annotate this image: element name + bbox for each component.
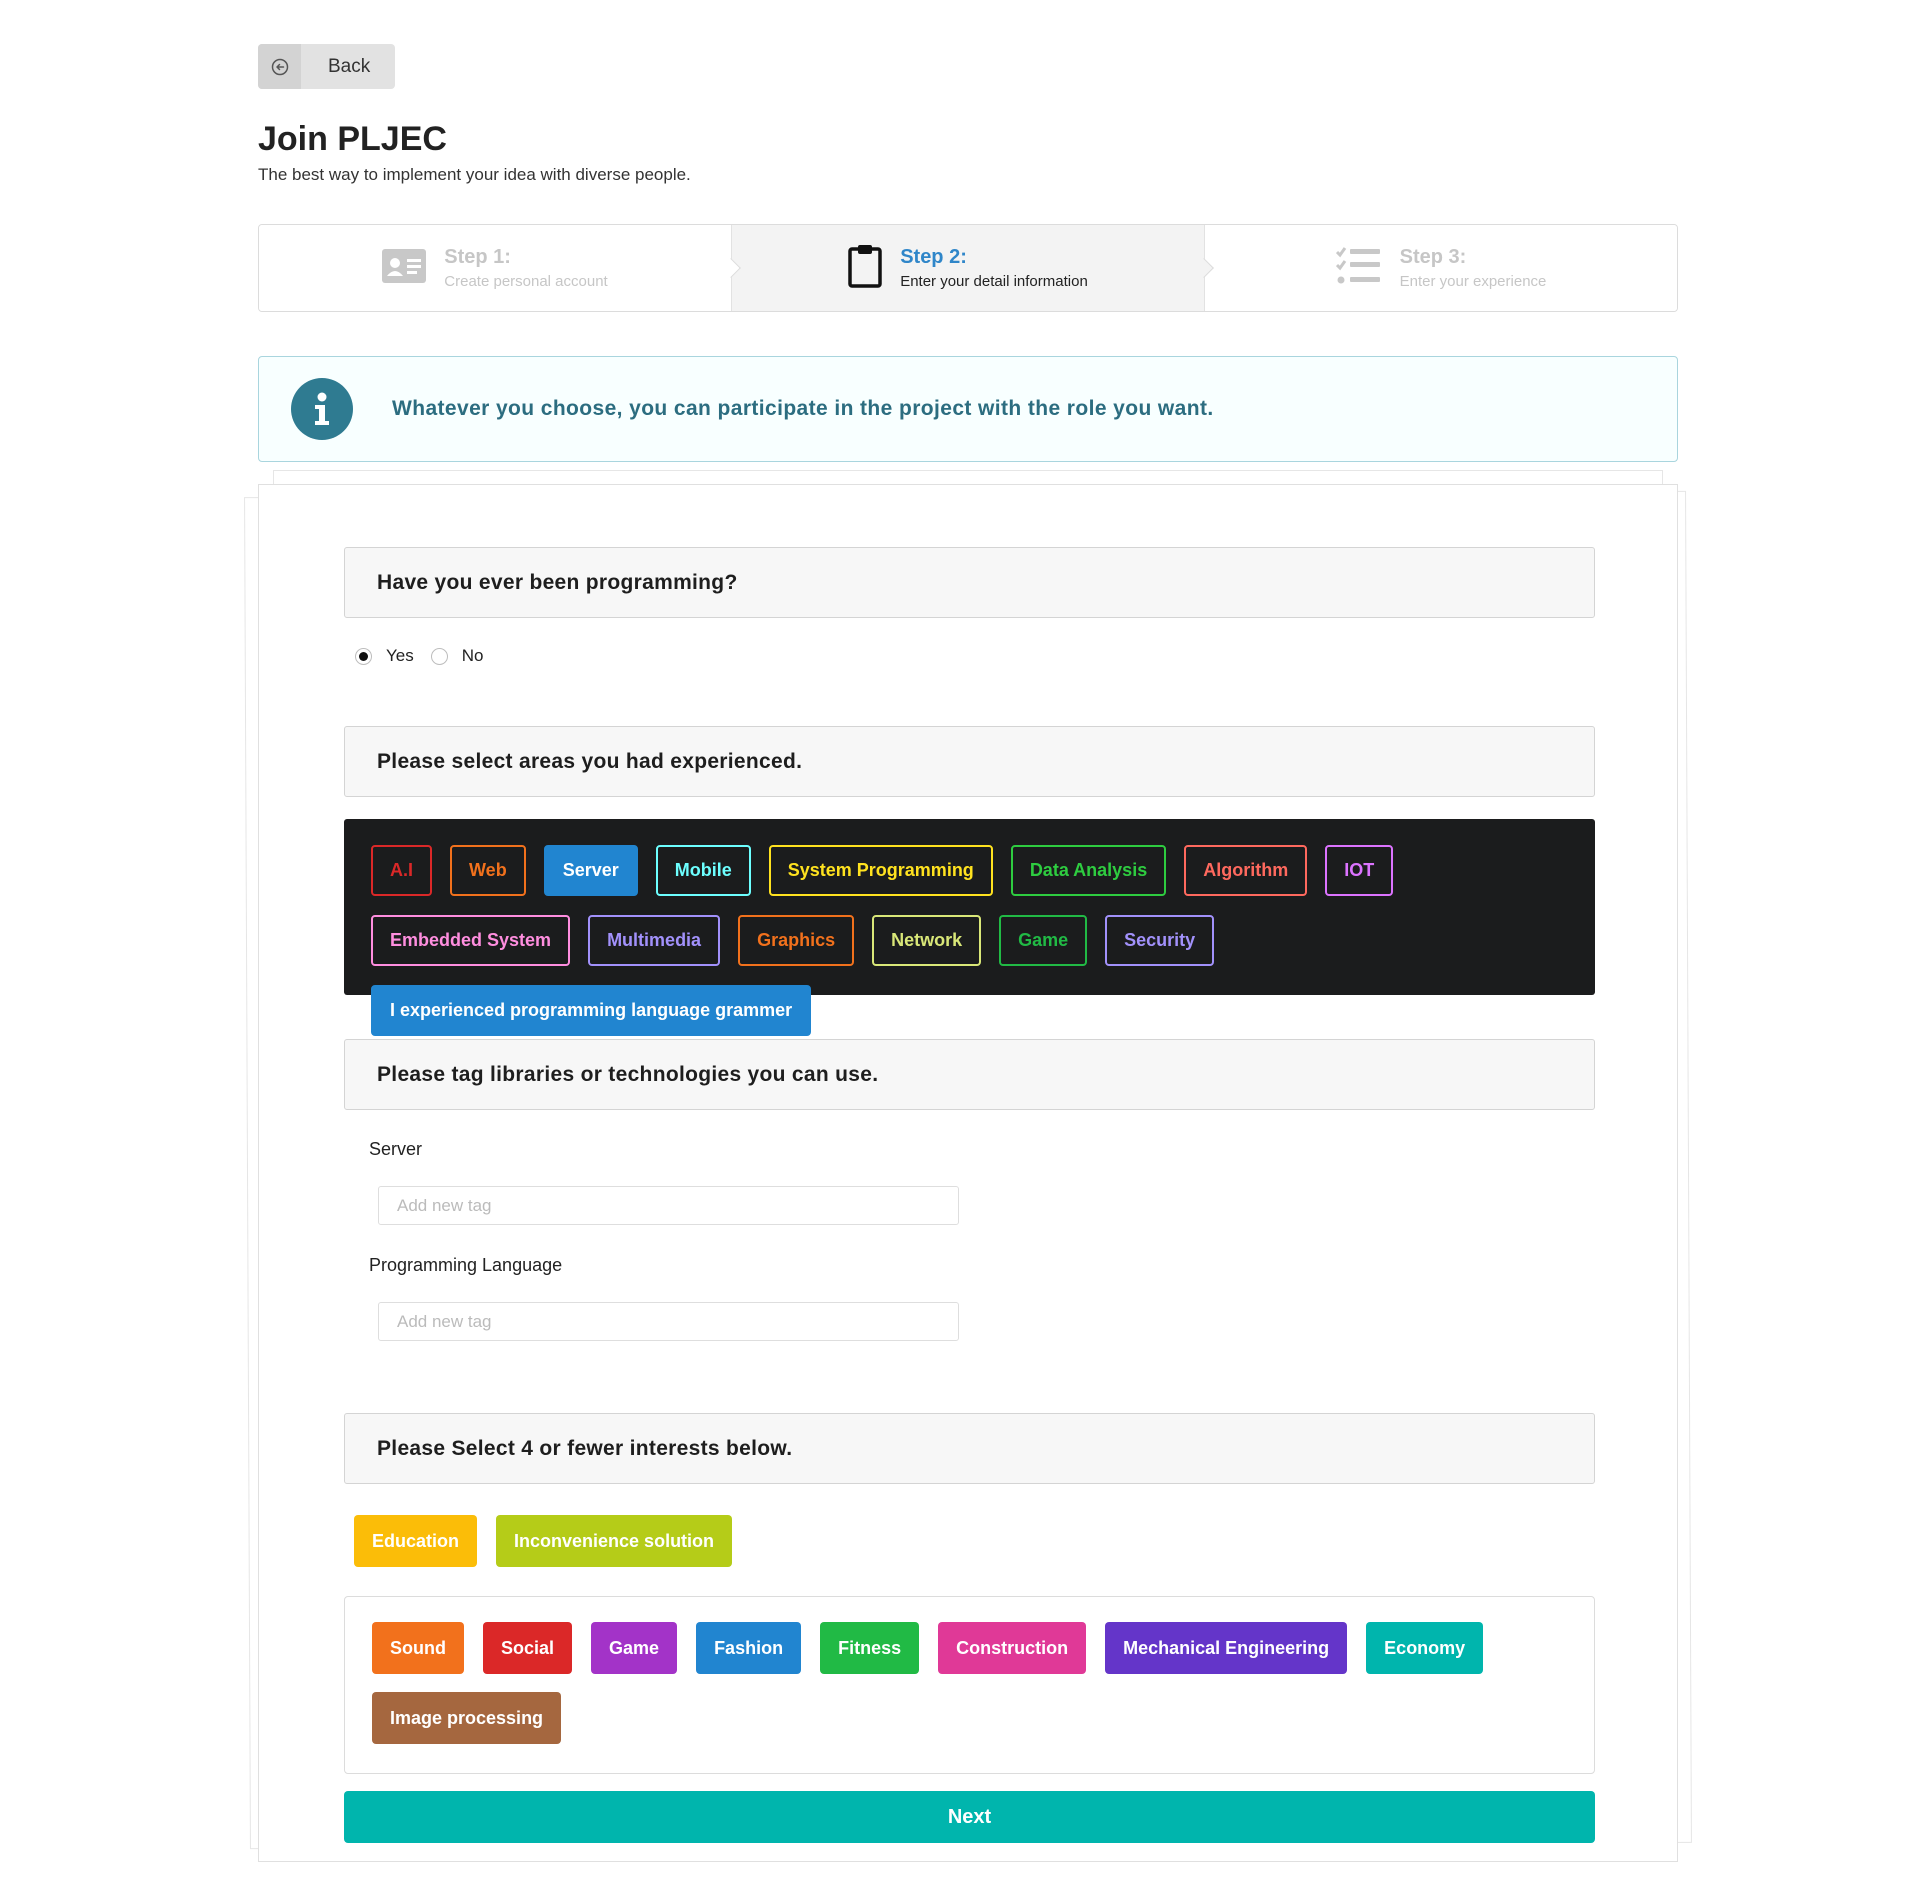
id-card-icon <box>382 248 427 288</box>
step-1[interactable]: Step 1: Create personal account <box>259 225 731 311</box>
libraries-question: Please tag libraries or technologies you… <box>344 1039 1595 1110</box>
step-3[interactable]: Step 3: Enter your experience <box>1194 225 1677 311</box>
area-tag-graphics[interactable]: Graphics <box>738 915 855 966</box>
radio-yes[interactable] <box>355 647 372 665</box>
interest-tag-game[interactable]: Game <box>591 1622 678 1674</box>
step-3-desc: Enter your experience <box>1399 273 1547 290</box>
area-tag-multimedia[interactable]: Multimedia <box>588 915 721 966</box>
programming-radio-group: Yes No <box>355 646 500 666</box>
language-tag-input[interactable]: Add new tag <box>378 1302 959 1341</box>
tasks-icon <box>1335 246 1382 291</box>
form-card: Have you ever been programming? Yes No P… <box>258 484 1678 1862</box>
step-2-desc: Enter your detail information <box>900 273 1088 290</box>
area-tag-web[interactable]: Web <box>450 845 526 896</box>
interest-tag-education[interactable]: Education <box>354 1515 478 1567</box>
page-title: Join PLJEC <box>258 120 447 158</box>
interest-tag-fashion[interactable]: Fashion <box>696 1622 802 1674</box>
info-text: Whatever you choose, you can participate… <box>392 397 1214 420</box>
area-tag-security[interactable]: Security <box>1105 915 1215 966</box>
step-indicator: Step 1: Create personal account Step 2: … <box>258 224 1678 312</box>
interest-tag-economy[interactable]: Economy <box>1366 1622 1484 1674</box>
selected-interests: Education Inconvenience solution <box>354 1515 733 1567</box>
areas-tag-panel: A.I Web Server Mobile System Programming Data… <box>344 819 1595 1036</box>
info-message: Whatever you choose, you can participate… <box>258 356 1678 462</box>
clipboard-icon <box>848 244 882 293</box>
area-tag-i-experienced-programming-language-grammer[interactable]: I experienced programming language gramm… <box>371 985 812 1036</box>
area-tag-algorithm[interactable]: Algorithm <box>1184 845 1308 896</box>
areas-question: Please select areas you had experienced. <box>344 726 1595 797</box>
interest-tag-mechanical-engineering[interactable]: Mechanical Engineering <box>1105 1622 1348 1674</box>
interest-tag-inconvenience-solution[interactable]: Inconvenience solution <box>496 1515 733 1567</box>
language-field-label: Programming Language <box>369 1255 563 1275</box>
interest-tag-social[interactable]: Social <box>483 1622 573 1674</box>
available-interests: Sound Social Game Fashion Fitness Constructio… <box>344 1596 1595 1774</box>
programming-question: Have you ever been programming? <box>344 547 1595 618</box>
area-tag-embedded-system[interactable]: Embedded System <box>371 915 571 966</box>
area-tag-mobile[interactable]: Mobile <box>655 845 751 896</box>
radio-no-label[interactable]: No <box>462 646 484 666</box>
step-2-title: Step 2: <box>900 246 967 268</box>
area-tag-data-analysis[interactable]: Data Analysis <box>1010 845 1167 896</box>
interest-tag-construction[interactable]: Construction <box>938 1622 1087 1674</box>
step-2[interactable]: Step 2: Enter your detail information <box>721 225 1204 311</box>
area-tag-iot[interactable]: IOT <box>1325 845 1394 896</box>
interest-tag-fitness[interactable]: Fitness <box>820 1622 920 1674</box>
step-1-desc: Create personal account <box>444 273 608 290</box>
interest-tag-sound[interactable]: Sound <box>372 1622 464 1674</box>
area-tag-network[interactable]: Network <box>872 915 982 966</box>
radio-no[interactable] <box>430 647 448 665</box>
back-label: Back <box>328 55 371 77</box>
next-button[interactable]: Next <box>344 1791 1595 1843</box>
server-field-label: Server <box>369 1139 423 1159</box>
back-button[interactable]: Back <box>258 44 395 89</box>
area-tag-game[interactable]: Game <box>999 915 1088 966</box>
radio-yes-label[interactable]: Yes <box>386 646 414 666</box>
step-3-title: Step 3: <box>1399 246 1467 268</box>
info-icon <box>291 378 353 440</box>
page-subtitle: The best way to implement your idea with… <box>258 165 691 184</box>
server-tag-input[interactable]: Add new tag <box>378 1186 959 1225</box>
area-tag-a-i[interactable]: A.I <box>371 845 433 896</box>
circle-arrow-left-icon <box>258 44 301 89</box>
area-tag-server[interactable]: Server <box>543 845 638 896</box>
area-tag-system-programming[interactable]: System Programming <box>768 845 993 896</box>
interest-tag-image-processing[interactable]: Image processing <box>372 1692 562 1744</box>
step-1-title: Step 1: <box>444 246 511 268</box>
interests-question: Please Select 4 or fewer interests below… <box>344 1413 1595 1484</box>
